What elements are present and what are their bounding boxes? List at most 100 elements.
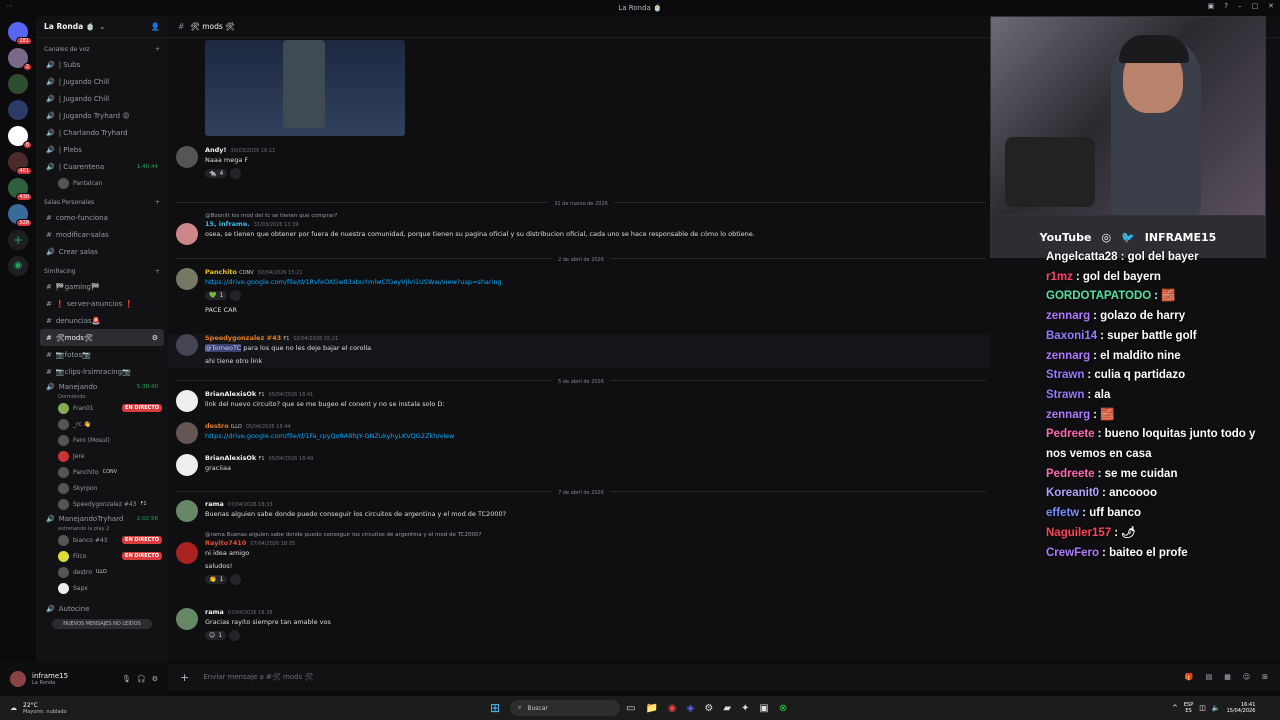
text-channel[interactable]: # como-funciona: [40, 209, 164, 226]
voice-channel[interactable]: 🔊 Manejando 5:38:40: [40, 380, 164, 394]
tray-chevron-icon[interactable]: ^: [1172, 704, 1178, 712]
add-server-icon[interactable]: +: [8, 230, 28, 250]
inbox-icon[interactable]: ▣: [1208, 2, 1215, 10]
add-reaction-icon[interactable]: [230, 289, 242, 301]
category-simracing[interactable]: SimRacing +: [36, 260, 168, 278]
volume-icon[interactable]: 🔈: [1212, 704, 1221, 712]
voice-channel[interactable]: 🔊 ManejandoTryhard 2:02:56: [40, 512, 164, 526]
mic-icon[interactable]: 🎙: [122, 675, 131, 683]
voice-user[interactable]: destro ILLO: [36, 564, 168, 580]
task-view-icon[interactable]: ▭: [626, 703, 635, 714]
weather-widget[interactable]: ☁ 22°C Mayorm. nublado: [10, 702, 67, 715]
avatar[interactable]: [176, 422, 198, 444]
voice-user[interactable]: Jere: [36, 448, 168, 464]
close-icon[interactable]: ✕: [1268, 2, 1274, 10]
text-channel[interactable]: # 📷fotos📷: [40, 346, 164, 363]
minimize-icon[interactable]: –: [1238, 2, 1242, 10]
voice-channel[interactable]: 🔊 | Charlando Tryhard: [40, 124, 164, 141]
gift-icon[interactable]: 🎁: [1185, 673, 1194, 681]
avatar[interactable]: [10, 671, 26, 687]
voice-channel[interactable]: 🔊 | Jugando Chill: [40, 73, 164, 90]
app-icon[interactable]: ▣: [759, 703, 768, 714]
author-name[interactable]: BrianAlexisOk: [205, 454, 256, 462]
author-name[interactable]: destro: [205, 422, 229, 430]
steam-icon[interactable]: ⚙: [704, 703, 713, 714]
voice-channel[interactable]: 🔊 | Plebs: [40, 141, 164, 158]
voice-user[interactable]: Fero (Mosul): [36, 432, 168, 448]
image-attachment[interactable]: [205, 40, 405, 136]
text-channel[interactable]: # 🏁gaming🏁: [40, 278, 164, 295]
emoji-icon[interactable]: ☺: [1243, 673, 1250, 681]
clock[interactable]: 16:41 15/04/2026: [1227, 702, 1256, 714]
author-name[interactable]: BrianAlexisOk: [205, 390, 256, 398]
author-name[interactable]: Speedygonzalez #43: [205, 334, 281, 342]
message-input[interactable]: Enviar mensaje a #🛠 mods 🛠: [203, 673, 313, 681]
add-reaction-icon[interactable]: [230, 167, 242, 179]
avatar[interactable]: [176, 390, 198, 412]
reply-preview[interactable]: @rama Buenas alguien sabe donde puedo co…: [205, 532, 985, 538]
server-icon[interactable]: 528: [8, 204, 32, 227]
text-channel[interactable]: # denuncias🚨: [40, 312, 164, 329]
add-icon[interactable]: +: [155, 46, 160, 53]
message-link[interactable]: https://drive.google.com/file/d/1RvfeOXG…: [205, 276, 985, 289]
voice-channel[interactable]: 🔊 | Cuarentena 1:40:44: [40, 158, 164, 175]
reaction[interactable]: 👏 1: [205, 575, 228, 584]
apps-icon[interactable]: ⊞: [1262, 673, 1268, 681]
add-icon[interactable]: +: [155, 268, 160, 275]
reaction[interactable]: 😊 1: [205, 631, 227, 640]
voice-user[interactable]: bianco #43 EN DIRECTO: [36, 532, 168, 548]
server-icon[interactable]: 401: [8, 152, 32, 175]
reply-preview[interactable]: @Boonilt los mod del tc se tienen que co…: [205, 213, 985, 219]
settings-icon[interactable]: ⚙: [152, 334, 158, 342]
voice-channel[interactable]: 🔊 | Subs: [40, 56, 164, 73]
category-voice[interactable]: Canales de voz +: [36, 38, 168, 56]
author-name[interactable]: Panchito: [205, 268, 237, 276]
settings-icon[interactable]: ⚙: [152, 675, 158, 683]
server-icon[interactable]: [8, 74, 28, 94]
gif-icon[interactable]: ▤: [1206, 673, 1213, 681]
author-name[interactable]: Rayito7410: [205, 539, 246, 547]
category-private[interactable]: Salas Personales +: [36, 191, 168, 209]
language-indicator[interactable]: ESP ES: [1184, 702, 1193, 714]
voice-user[interactable]: Skyrpon: [36, 480, 168, 496]
text-channel-active[interactable]: # 🛠mods🛠 ⚙: [40, 329, 164, 346]
text-channel[interactable]: # modificar-salas: [40, 226, 164, 243]
text-channel[interactable]: # ❗ server-anuncios ❗: [40, 295, 164, 312]
server-icon[interactable]: [8, 100, 28, 120]
file-explorer-icon[interactable]: 📁: [645, 703, 657, 714]
voice-user[interactable]: Speedygonzalez #43 F1: [36, 496, 168, 512]
voice-user[interactable]: Filco EN DIRECTO: [36, 548, 168, 564]
mention[interactable]: @TorneoTC: [205, 344, 242, 352]
author-name[interactable]: Andy!: [205, 146, 227, 154]
server-icon-home[interactable]: 181: [8, 22, 32, 45]
voice-channel[interactable]: 🔊 | Jugando Tryhard 😡: [40, 107, 164, 124]
sticker-icon[interactable]: ▦: [1224, 673, 1231, 681]
reaction[interactable]: 🐀 4: [205, 169, 228, 178]
back-icon[interactable]: ⋯: [6, 2, 13, 10]
author-name[interactable]: rama: [205, 500, 224, 508]
app-icon[interactable]: ✦: [741, 703, 749, 714]
voice-channel[interactable]: 🔊 Crear salas: [40, 243, 164, 260]
unread-banner[interactable]: NUEVOS MENSAJES NO LEÍDOS: [52, 619, 152, 629]
add-reaction-icon[interactable]: [229, 629, 241, 641]
windows-start-icon[interactable]: ⊞: [490, 701, 500, 715]
voice-user[interactable]: Pantalcan: [36, 175, 168, 191]
add-icon[interactable]: +: [155, 199, 160, 206]
avatar[interactable]: [176, 608, 198, 630]
add-reaction-icon[interactable]: [230, 573, 242, 585]
voice-channel[interactable]: 🔊 Autocine: [40, 600, 164, 617]
avatar[interactable]: [176, 542, 198, 564]
server-icon[interactable]: 2: [8, 48, 32, 71]
author-name[interactable]: rama: [205, 608, 224, 616]
avatar[interactable]: [176, 268, 198, 290]
avatar[interactable]: [176, 454, 198, 476]
avatar[interactable]: [176, 500, 198, 522]
guild-header[interactable]: La Ronda 🍵 ⌄ 👤: [36, 16, 168, 38]
voice-user[interactable]: Sapx: [36, 580, 168, 596]
avatar[interactable]: [176, 223, 198, 245]
message-composer[interactable]: + Enviar mensaje a #🛠 mods 🛠 🎁 ▤ ▦ ☺ ⊞: [168, 664, 1280, 690]
chrome-icon[interactable]: ◉: [668, 703, 677, 714]
reaction[interactable]: 💚 1: [205, 291, 228, 300]
voice-user[interactable]: Fran01 EN DIRECTO: [36, 400, 168, 416]
author-name[interactable]: 15, inframe.: [205, 220, 250, 228]
